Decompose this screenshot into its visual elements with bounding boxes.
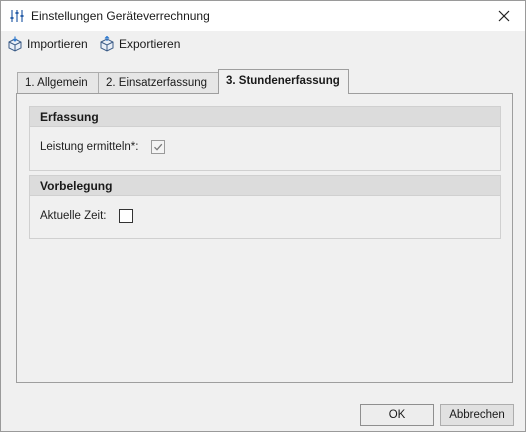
ok-button[interactable]: OK <box>360 404 434 426</box>
box-import-icon <box>7 36 23 52</box>
group-vorbelegung: Vorbelegung Aktuelle Zeit: <box>29 175 501 239</box>
title-bar: Einstellungen Geräteverrechnung <box>1 1 525 31</box>
export-button[interactable]: Exportieren <box>99 34 180 54</box>
close-button[interactable] <box>495 7 513 25</box>
window-title: Einstellungen Geräteverrechnung <box>31 9 210 23</box>
group-title: Vorbelegung <box>30 176 500 196</box>
field-leistung-ermitteln: Leistung ermitteln*: <box>40 140 166 154</box>
box-export-icon <box>99 35 115 52</box>
group-erfassung: Erfassung Leistung ermitteln*: <box>29 106 501 171</box>
field-aktuelle-zeit: Aktuelle Zeit: <box>40 209 134 223</box>
field-label: Aktuelle Zeit: <box>40 210 107 222</box>
cancel-button[interactable]: Abbrechen <box>440 404 514 426</box>
cancel-label: Abbrechen <box>449 409 505 421</box>
checkmark-icon <box>154 143 163 151</box>
toolbar: Importieren Exportieren <box>1 32 525 56</box>
tab-label: 2. Einsatzerfassung <box>106 77 208 89</box>
leistung-ermitteln-checkbox[interactable] <box>151 140 166 154</box>
aktuelle-zeit-checkbox[interactable] <box>119 209 134 223</box>
tab-stundenerfassung[interactable]: 3. Stundenerfassung <box>218 69 349 94</box>
tab-allgemein[interactable]: 1. Allgemein <box>17 72 99 93</box>
tab-einsatzerfassung[interactable]: 2. Einsatzerfassung <box>98 72 219 93</box>
tab-panel: Erfassung Leistung ermitteln*: Vorbelegu… <box>16 93 513 383</box>
tab-label: 1. Allgemein <box>25 77 88 89</box>
field-label: Leistung ermitteln*: <box>40 141 139 153</box>
import-button[interactable]: Importieren <box>7 34 88 54</box>
tab-label: 3. Stundenerfassung <box>226 75 340 87</box>
ok-label: OK <box>388 409 406 421</box>
group-title: Erfassung <box>30 107 500 127</box>
dialog-window: Einstellungen Geräteverrechnung Importie… <box>0 0 526 432</box>
import-label: Importieren <box>27 37 88 51</box>
sliders-icon <box>10 9 24 23</box>
close-icon <box>498 10 510 22</box>
export-label: Exportieren <box>119 37 181 51</box>
